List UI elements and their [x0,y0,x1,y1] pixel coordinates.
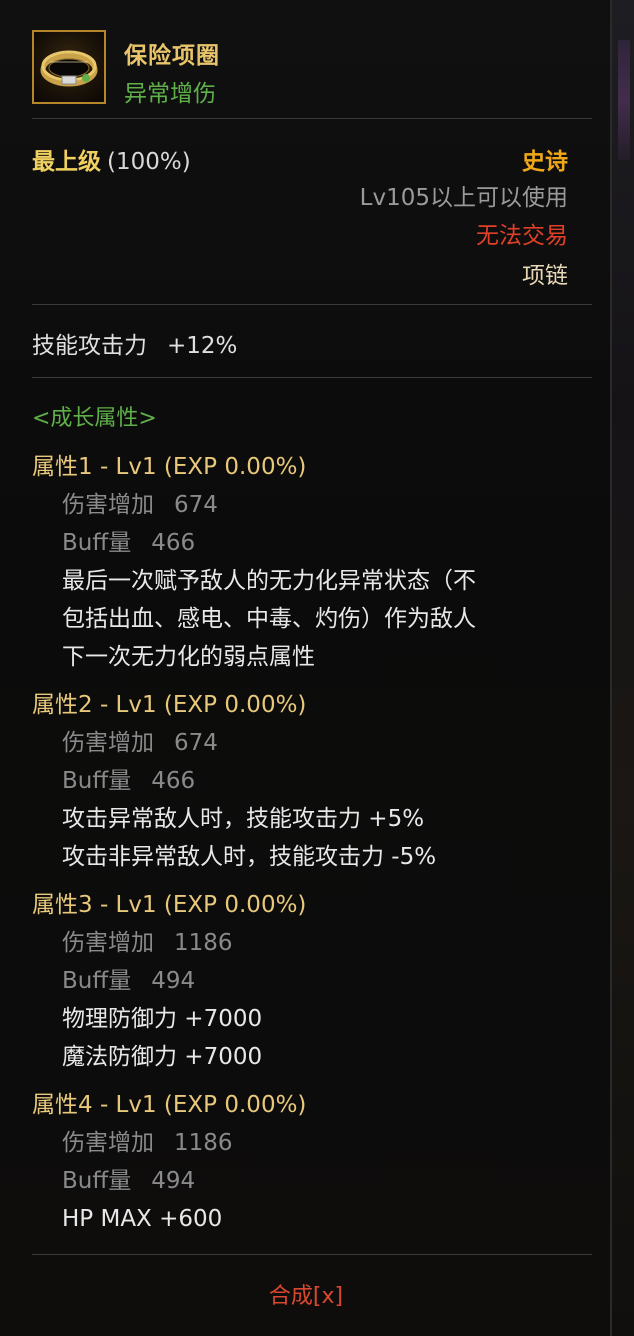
buff-amount-label: Buff量 [62,530,132,556]
buff-amount-value: 494 [151,1168,196,1194]
attribute-description-line: 魔法防御力 +7000 [62,1044,263,1070]
damage-increase-label: 伤害增加 [62,492,154,518]
damage-increase-value: 674 [174,492,218,518]
skill-attack-line: 技能攻击力 +12% [32,326,237,360]
buff-amount-label: Buff量 [62,768,132,794]
trade-status: 无法交易 [476,223,568,249]
damage-increase-line: 伤害增加 1186 [32,1124,592,1162]
background-accent [618,40,630,160]
equipment-slot: 项链 [522,263,568,289]
grade-value: (100%) [107,149,191,175]
rarity-label: 史诗 [522,149,568,175]
damage-increase-line: 伤害增加 674 [32,724,592,762]
buff-amount-value: 494 [151,968,196,994]
attribute-block-3: 属性3 - Lv1 (EXP 0.00%) 伤害增加 1186 Buff量 494 … [32,886,592,1076]
damage-increase-value: 674 [174,730,218,756]
item-header: 保险项圈 异常增伤 [32,30,592,107]
damage-increase-value: 1186 [174,930,233,956]
damage-increase-line: 伤害增加 1186 [32,924,592,962]
attribute-description-line: HP MAX +600 [62,1206,223,1232]
attribute-description-line: 攻击非异常敌人时，技能攻击力 -5% [62,844,437,870]
attribute-block-2: 属性2 - Lv1 (EXP 0.00%) 伤害增加 674 Buff量 466 攻… [32,686,592,876]
buff-amount-line: Buff量 494 [32,962,592,1000]
damage-increase-label: 伤害增加 [62,930,154,956]
attribute-description-line: 最后一次赋予敌人的无力化异常状态（不 [62,568,476,594]
grade-line: 最上级 (100%) [32,142,191,176]
damage-increase-label: 伤害增加 [62,730,154,756]
divider [32,118,592,119]
item-subtitle: 异常增伤 [124,81,216,107]
growth-attributes-title: <成长属性> [32,406,157,431]
attribute-description-line: 物理防御力 +7000 [62,1006,263,1032]
damage-increase-line: 伤害增加 674 [32,486,592,524]
background-right-edge [612,0,634,1336]
skill-attack-label: 技能攻击力 [32,333,147,359]
damage-increase-value: 1186 [174,1130,233,1156]
buff-amount-line: Buff量 466 [32,762,592,800]
attribute-description-line: 下一次无力化的弱点属性 [62,644,315,670]
buff-amount-value: 466 [151,768,196,794]
damage-increase-label: 伤害增加 [62,1130,154,1156]
attribute-title: 属性4 - Lv1 (EXP 0.00%) [32,1092,307,1118]
buff-amount-label: Buff量 [62,1168,132,1194]
synthesize-button[interactable]: 合成[x] [0,1278,612,1310]
grade-label: 最上级 [32,149,101,175]
buff-amount-line: Buff量 466 [32,524,592,562]
buff-amount-label: Buff量 [62,968,132,994]
attribute-block-1: 属性1 - Lv1 (EXP 0.00%) 伤害增加 674 Buff量 466 最… [32,448,592,676]
buff-amount-value: 466 [151,530,196,556]
divider [32,304,592,305]
attribute-title: 属性2 - Lv1 (EXP 0.00%) [32,692,307,718]
divider [32,377,592,378]
attribute-title: 属性1 - Lv1 (EXP 0.00%) [32,454,307,480]
level-requirement: Lv105以上可以使用 [359,185,568,211]
item-tooltip: 保险项圈 异常增伤 最上级 (100%) 史诗 Lv105以上可以使用 无法交易 … [0,0,612,1336]
attribute-title: 属性3 - Lv1 (EXP 0.00%) [32,892,307,918]
attribute-description-line: 攻击异常敌人时，技能攻击力 +5% [62,806,425,832]
buff-amount-line: Buff量 494 [32,1162,592,1200]
item-name: 保险项圈 [124,43,220,69]
attribute-description-line: 包括出血、感电、中毒、灼伤）作为敌人 [62,606,476,632]
collar-icon [32,30,106,104]
attribute-block-4: 属性4 - Lv1 (EXP 0.00%) 伤害增加 1186 Buff量 494 … [32,1086,592,1238]
divider [32,1254,592,1255]
skill-attack-value: +12% [167,333,238,359]
